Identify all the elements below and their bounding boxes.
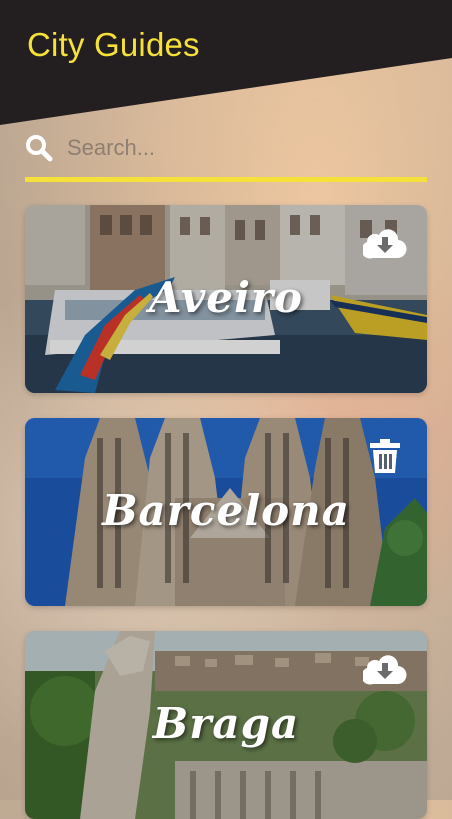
search-bar[interactable] — [25, 130, 427, 182]
city-card-barcelona[interactable]: Barcelona — [25, 418, 427, 606]
search-input[interactable] — [65, 130, 419, 166]
city-card-braga[interactable]: Braga — [25, 631, 427, 819]
city-name: Barcelona — [102, 486, 350, 535]
search-icon[interactable] — [25, 134, 53, 162]
city-card-aveiro[interactable]: Aveiro — [25, 205, 427, 393]
download-button[interactable] — [363, 649, 407, 689]
download-button[interactable] — [363, 223, 407, 263]
cloud-download-icon — [363, 655, 407, 685]
city-name: Braga — [152, 699, 300, 748]
delete-button[interactable] — [363, 436, 407, 476]
cloud-download-icon — [363, 229, 407, 259]
city-name: Aveiro — [148, 273, 304, 322]
app-header: City Guides — [0, 0, 452, 125]
trash-icon — [370, 439, 400, 473]
app-title: City Guides — [27, 26, 200, 63]
